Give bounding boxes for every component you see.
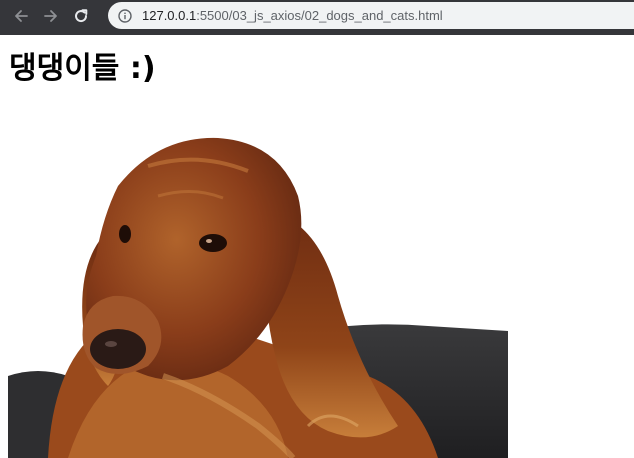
- dog-photo: [8, 126, 508, 458]
- reload-icon: [75, 8, 88, 22]
- back-arrow-icon: [15, 9, 28, 22]
- site-info-icon[interactable]: [118, 8, 132, 23]
- back-button[interactable]: [6, 0, 36, 31]
- address-bar[interactable]: 127.0.0.1:5500/03_js_axios/02_dogs_and_c…: [108, 2, 634, 29]
- reload-button[interactable]: [66, 0, 96, 31]
- forward-arrow-icon: [44, 9, 57, 22]
- url-host: 127.0.0.1: [142, 8, 197, 23]
- page-content: 댕댕이들 :): [0, 35, 634, 458]
- page-title: 댕댕이들 :): [9, 51, 156, 86]
- browser-toolbar: 127.0.0.1:5500/03_js_axios/02_dogs_and_c…: [0, 0, 634, 31]
- forward-button[interactable]: [36, 0, 66, 31]
- url-path: :5500/03_js_axios/02_dogs_and_cats.html: [196, 8, 443, 23]
